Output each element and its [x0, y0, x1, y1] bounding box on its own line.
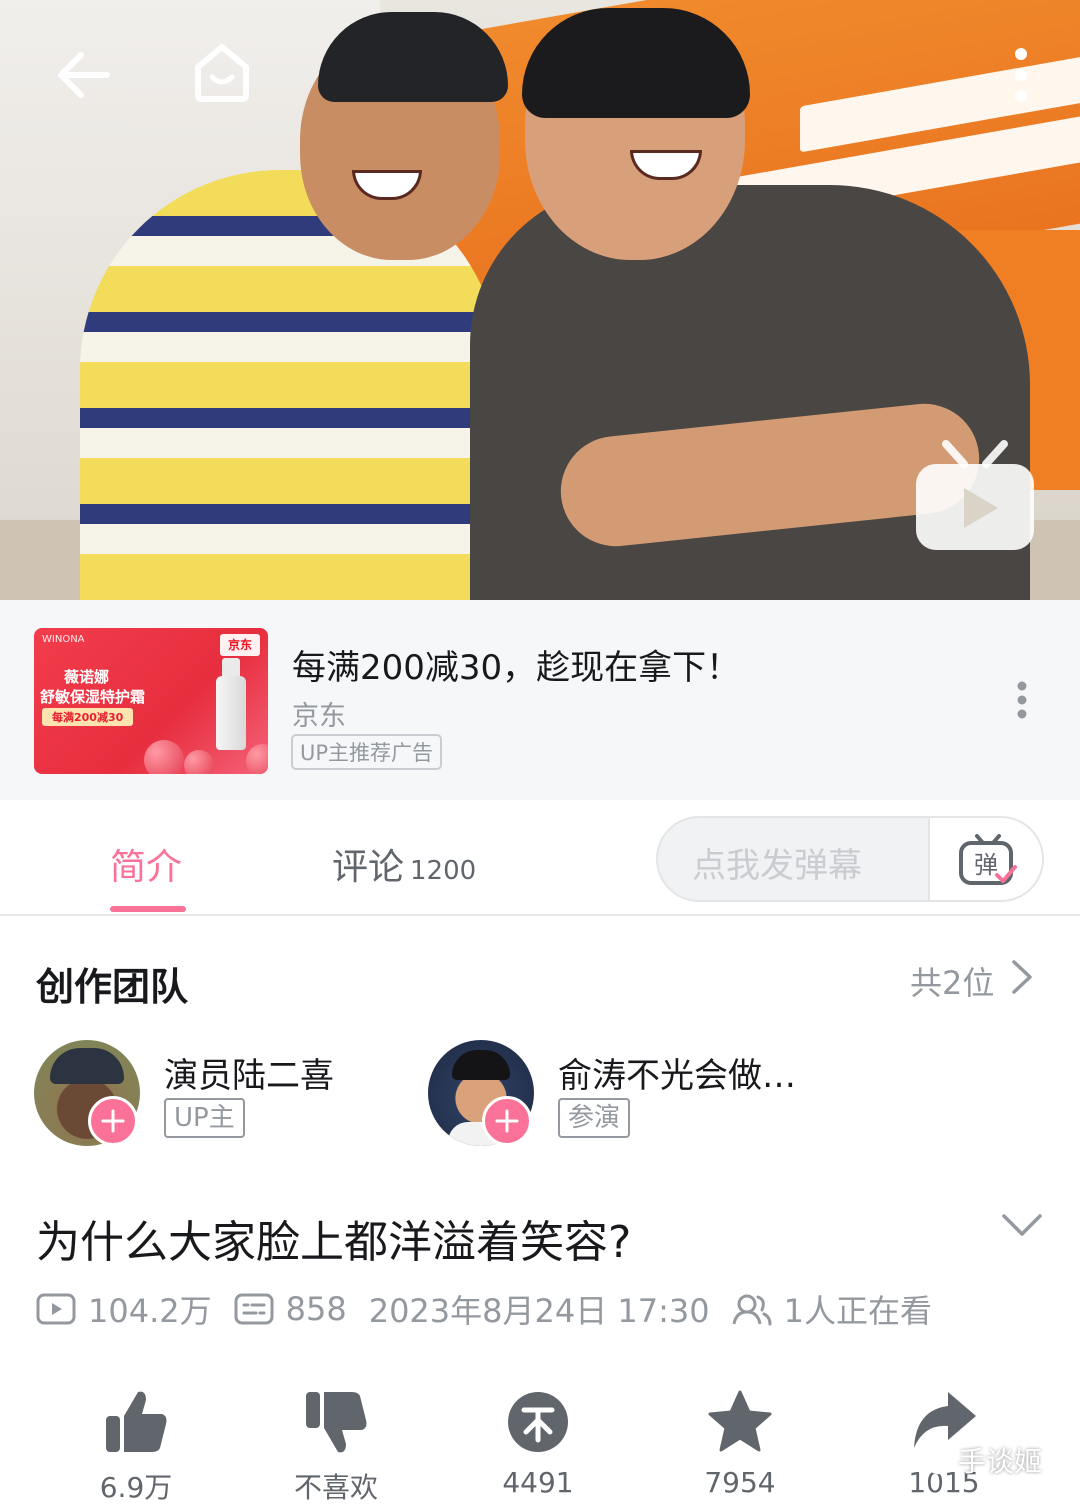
- bilibili-tv-icon: [910, 440, 1040, 555]
- wechat-icon: [912, 1444, 952, 1475]
- decor-ball: [144, 740, 184, 774]
- views-stat: 104.2万: [36, 1286, 212, 1332]
- tab-active-indicator: [110, 906, 186, 912]
- favorite-button[interactable]: 7954: [670, 1380, 810, 1510]
- danmaku-settings-icon: 弹: [959, 834, 1017, 885]
- ad-title[interactable]: 每满200减30，趁现在拿下！: [292, 640, 740, 689]
- ad-tag: UP主推荐广告: [291, 734, 443, 770]
- danmaku-count-icon: [234, 1293, 274, 1325]
- creators-count-link[interactable]: 共2位: [910, 958, 994, 1004]
- follow-plus-icon[interactable]: [88, 1096, 138, 1146]
- watermark-text: 手谈姬: [958, 1445, 1043, 1478]
- chevron-down-icon[interactable]: [1000, 1210, 1044, 1244]
- star-icon: [708, 1390, 772, 1452]
- product-bottle-cap: [222, 658, 240, 678]
- views-count: 104.2万: [88, 1292, 212, 1330]
- thumbs-down-icon: [306, 1392, 367, 1453]
- follow-plus-icon[interactable]: [482, 1096, 532, 1146]
- coin-icon: [508, 1392, 568, 1452]
- creators-section-title: 创作团队: [36, 965, 189, 1009]
- danmaku-input-box[interactable]: 点我发弹幕 弹: [656, 816, 1044, 902]
- danmaku-input[interactable]: 点我发弹幕: [692, 838, 862, 887]
- back-arrow-icon[interactable]: [48, 40, 118, 110]
- favorite-count: 7954: [704, 1466, 776, 1499]
- thumbs-up-icon: [106, 1391, 167, 1452]
- ad-thumbnail-brand: WINONA: [42, 634, 85, 645]
- tab-comments-label: 评论: [332, 847, 405, 888]
- dislike-button[interactable]: 不喜欢: [266, 1380, 406, 1510]
- ad-source: 京东: [292, 701, 346, 732]
- tab-comments[interactable]: 评论 1200: [332, 838, 476, 890]
- avatar-hat: [50, 1048, 124, 1084]
- creator-role-badge: 参演: [558, 1098, 631, 1138]
- creator-role-badge: UP主: [164, 1098, 245, 1138]
- ad-card[interactable]: WINONA 京东 薇诺娜 舒敏保湿特护霜 每满200减30 每满200减30，…: [0, 600, 1080, 800]
- decor-ball: [246, 744, 268, 774]
- danmaku-count: 858: [285, 1290, 347, 1328]
- like-count: 6.9万: [99, 1471, 173, 1504]
- watching-count: 1人正在看: [783, 1292, 932, 1330]
- danmaku-button-glyph: 弹: [974, 851, 998, 879]
- ad-thumbnail-line3: 每满200减30: [42, 708, 134, 726]
- watching-stat: 1人正在看: [732, 1286, 932, 1332]
- creator-card[interactable]: 演员陆二喜 UP主: [34, 1040, 394, 1150]
- home-icon[interactable]: [186, 36, 258, 108]
- ad-thumbnail[interactable]: WINONA 京东 薇诺娜 舒敏保湿特护霜 每满200减30: [34, 628, 268, 774]
- video-stats: 104.2万 858 2023年8月24日 17:30 1人正在看: [36, 1286, 954, 1332]
- danmaku-stat: 858: [234, 1290, 347, 1328]
- creator-card[interactable]: 俞涛不光会做… 参演: [428, 1040, 848, 1150]
- coin-count: 4491: [502, 1466, 574, 1499]
- wechat-watermark: 手谈姬: [912, 1440, 1042, 1480]
- product-bottle: [216, 676, 246, 750]
- tab-comments-count: 1200: [410, 856, 477, 886]
- publish-date: 2023年8月24日 17:30: [368, 1292, 710, 1330]
- danmaku-toggle-button[interactable]: 弹: [928, 818, 1042, 900]
- ad-thumbnail-line2: 舒敏保湿特护霜: [40, 688, 146, 706]
- people-watching-icon: [732, 1294, 772, 1326]
- creator-name[interactable]: 俞涛不光会做…: [558, 1048, 796, 1097]
- dislike-label: 不喜欢: [293, 1471, 378, 1504]
- ad-thumbnail-line1: 薇诺娜: [64, 668, 110, 686]
- decor-ball: [184, 750, 214, 774]
- avatar-hair: [452, 1050, 510, 1080]
- more-vertical-icon[interactable]: [996, 40, 1046, 110]
- creator-name[interactable]: 演员陆二喜: [164, 1048, 334, 1097]
- tab-bar: 简介 评论 1200 点我发弹幕 弹: [0, 800, 1080, 916]
- chevron-right-icon[interactable]: [1010, 958, 1040, 998]
- video-title: 为什么大家脸上都洋溢着笑容?: [36, 1217, 632, 1268]
- like-button[interactable]: 6.9万: [66, 1380, 206, 1510]
- play-count-icon: [36, 1293, 76, 1325]
- tab-intro[interactable]: 简介: [110, 838, 182, 890]
- jd-logo-icon: 京东: [220, 634, 260, 656]
- ad-more-icon[interactable]: [1006, 680, 1038, 720]
- video-player[interactable]: [0, 0, 1080, 600]
- coin-button[interactable]: 4491: [468, 1380, 608, 1510]
